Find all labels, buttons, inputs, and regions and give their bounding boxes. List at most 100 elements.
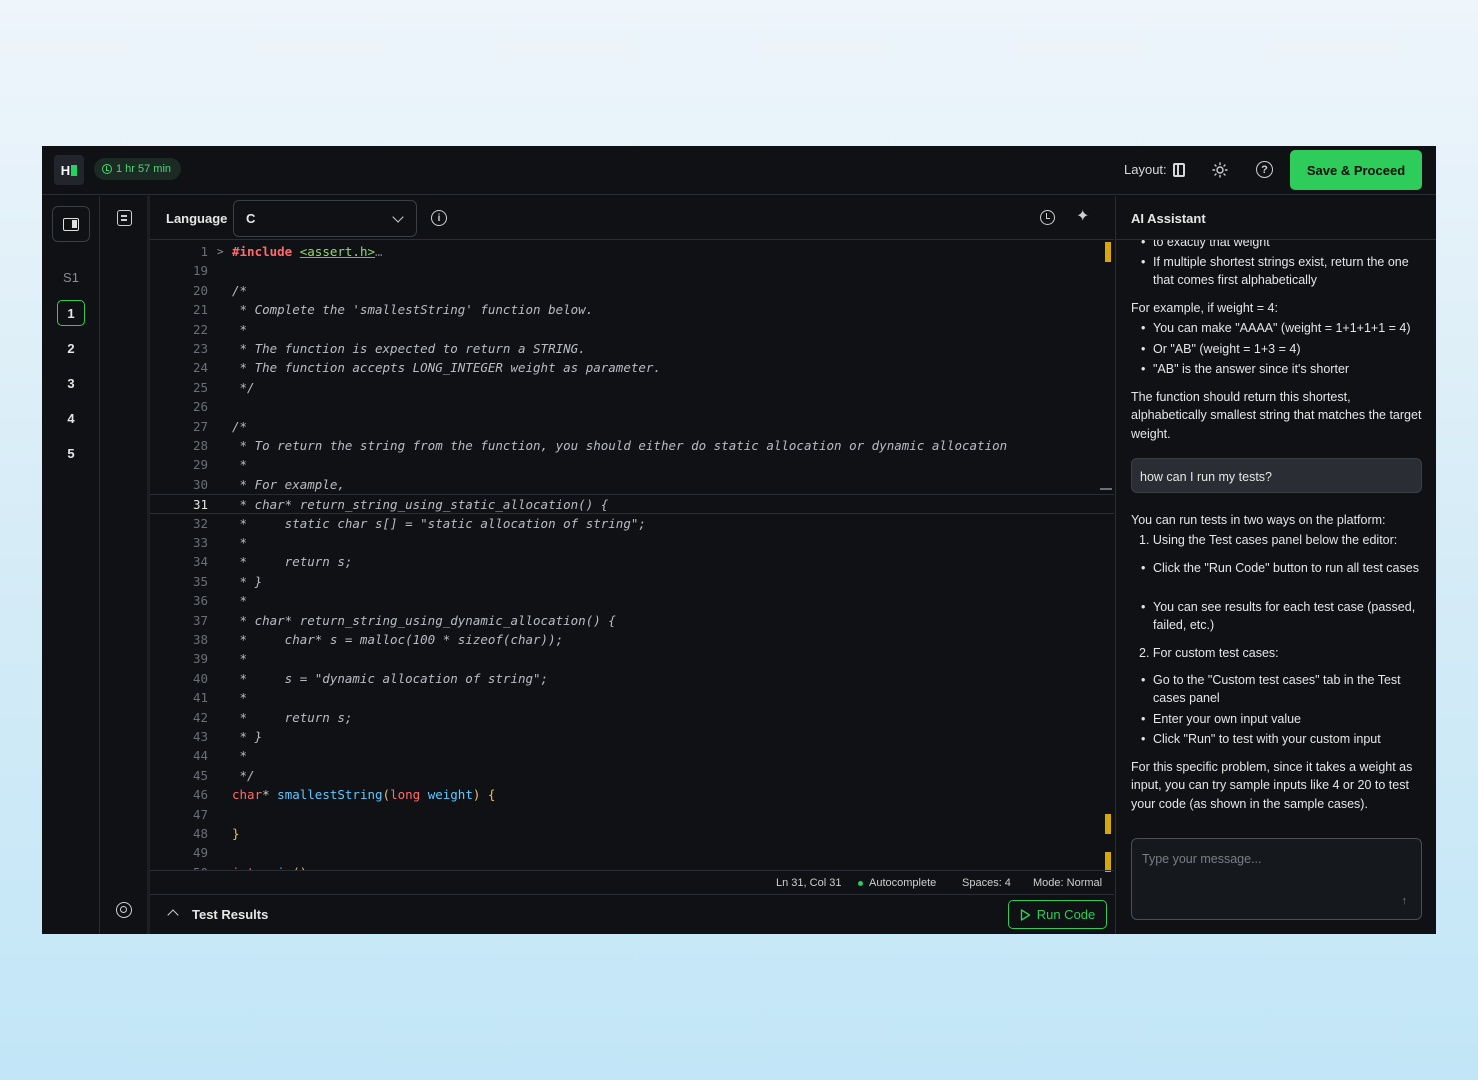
code-line[interactable]: 50 > int main()… <box>150 863 1114 870</box>
save-proceed-button[interactable]: Save & Proceed <box>1290 150 1422 190</box>
question-item-2[interactable]: 2 <box>57 335 85 361</box>
ai-header: AI Assistant <box>1116 196 1436 240</box>
code-line[interactable]: 36 * <box>150 591 1114 610</box>
line-number: 46 <box>192 787 208 803</box>
code-line[interactable]: 1 > #include <assert.h>… <box>150 242 1114 261</box>
chat-bullet: You can make "AAAA" (weight = 1+1+1+1 = … <box>1141 319 1423 338</box>
code-line[interactable]: 26 <box>150 397 1114 416</box>
layout-icon <box>1172 162 1185 177</box>
editor-mode[interactable]: Mode: Normal <box>1033 877 1102 889</box>
question-rail: S1 1 2 3 4 5 <box>42 196 100 934</box>
line-number: 44 <box>192 748 208 764</box>
line-number: 38 <box>192 632 208 647</box>
code-text: * For example, <box>232 476 345 492</box>
question-item-4[interactable]: 4 <box>57 405 85 431</box>
code-text: * char* s = malloc(100 * sizeof(char)); <box>232 632 564 647</box>
chat-step: 2. For custom test cases: <box>1139 646 1279 660</box>
editor-toolbar: Language C i ✦ <box>150 196 1114 240</box>
code-line[interactable]: 25 */ <box>150 378 1114 397</box>
language-select[interactable]: C <box>233 200 417 237</box>
collapse-panel-button[interactable] <box>52 206 90 242</box>
code-line[interactable]: 40 * s = "dynamic allocation of string"; <box>150 669 1114 688</box>
code-text: * char* return_string_using_dynamic_allo… <box>232 612 616 628</box>
problem-statement-icon[interactable] <box>117 210 132 226</box>
line-number: 27 <box>192 418 208 434</box>
code-line[interactable]: 47 <box>150 805 1114 824</box>
code-line[interactable]: 29 * <box>150 455 1114 474</box>
code-text: * s = "dynamic allocation of string"; <box>232 670 549 686</box>
code-line[interactable]: 49 <box>150 843 1114 862</box>
code-line[interactable]: 37 * char* return_string_using_dynamic_a… <box>150 611 1114 630</box>
line-number: 22 <box>192 321 208 337</box>
chat-bullet: "AB" is the answer since it's shorter <box>1141 360 1423 379</box>
layout-toggle[interactable]: Layout: <box>1124 162 1185 177</box>
code-line[interactable]: 44 * <box>150 746 1114 765</box>
info-icon[interactable]: i <box>431 210 447 226</box>
code-text: * static char s[] = "static allocation o… <box>232 515 646 531</box>
code-line[interactable]: 22 * <box>150 320 1114 339</box>
code-line[interactable]: 43 * } <box>150 727 1114 746</box>
code-text: int main()… <box>232 863 315 870</box>
theme-toggle-sun-icon[interactable] <box>1212 162 1228 178</box>
history-icon[interactable] <box>1040 210 1055 225</box>
code-line[interactable]: 41 * <box>150 688 1114 707</box>
sparkle-icon[interactable]: ✦ <box>1076 207 1089 227</box>
code-line[interactable]: 24 * The function accepts LONG_INTEGER w… <box>150 358 1114 377</box>
code-line[interactable]: 27 /* <box>150 417 1114 436</box>
logo-letter: H <box>60 162 71 178</box>
code-text: * Complete the 'smallestString' function… <box>232 302 594 318</box>
run-code-label: Run Code <box>1036 907 1096 922</box>
code-line[interactable]: 33 * <box>150 533 1114 552</box>
chevron-up-icon[interactable] <box>167 909 179 921</box>
line-number: 33 <box>192 535 208 550</box>
code-line[interactable]: 30 * For example, <box>150 475 1114 494</box>
code-text: * return s; <box>232 554 353 570</box>
code-area[interactable]: 1 > #include <assert.h>… 19 20 /* 21 * Complet… <box>150 240 1114 870</box>
code-line[interactable]: 32 * static char s[] = "static allocatio… <box>150 514 1114 533</box>
code-line[interactable]: 48} <box>150 824 1114 843</box>
question-item-5[interactable]: 5 <box>57 440 85 466</box>
line-number: 19 <box>192 263 208 279</box>
code-line[interactable]: 21 * Complete the 'smallestString' funct… <box>150 300 1114 319</box>
code-line[interactable]: 45 */ <box>150 766 1114 785</box>
clock-icon <box>102 164 112 174</box>
question-item-3[interactable]: 3 <box>57 370 85 396</box>
run-code-button[interactable]: Run Code <box>1008 900 1107 929</box>
scrollbar-thumb[interactable] <box>1100 488 1112 490</box>
spaces-setting[interactable]: Spaces: 4 <box>962 877 1011 889</box>
fold-chevron-icon[interactable]: > <box>217 242 224 261</box>
user-message: how can I run my tests? <box>1131 458 1422 493</box>
autocomplete-label: Autocomplete <box>869 877 937 889</box>
autocomplete-status[interactable]: Autocomplete <box>858 877 936 889</box>
line-number: 32 <box>192 515 208 531</box>
fold-chevron-icon[interactable]: > <box>217 863 224 870</box>
code-line[interactable]: 39 * <box>150 649 1114 668</box>
app-logo[interactable]: H <box>54 155 84 185</box>
line-number: 41 <box>192 690 208 706</box>
help-icon[interactable]: ? <box>1256 161 1273 178</box>
code-line[interactable]: 42 * return s; <box>150 708 1114 727</box>
code-line[interactable]: 28 * To return the string from the funct… <box>150 436 1114 455</box>
code-line[interactable]: 31 * char* return_string_using_static_al… <box>150 494 1114 514</box>
chat-bullet: Go to the "Custom test cases" tab in the… <box>1141 671 1423 708</box>
settings-gear-icon[interactable] <box>116 902 132 918</box>
line-number: 26 <box>192 399 208 415</box>
code-text: * <box>232 690 248 706</box>
code-line[interactable]: 35 * } <box>150 572 1114 591</box>
chat-bullet: Or "AB" (weight = 1+3 = 4) <box>1141 340 1423 359</box>
code-text: } <box>232 826 240 841</box>
layout-label: Layout: <box>1124 162 1167 177</box>
code-line[interactable]: 23 * The function is expected to return … <box>150 339 1114 358</box>
question-item-1[interactable]: 1 <box>57 300 85 326</box>
code-line[interactable]: 38 * char* s = malloc(100 * sizeof(char)… <box>150 630 1114 649</box>
code-line[interactable]: 34 * return s; <box>150 552 1114 571</box>
code-line[interactable]: 19 <box>150 261 1114 280</box>
code-line[interactable]: 20 /* <box>150 281 1114 300</box>
send-arrow-icon[interactable]: ↑ <box>1402 895 1408 907</box>
code-line[interactable]: 46 char* smallestString(long weight) { <box>150 785 1114 804</box>
code-text: * <box>232 593 248 609</box>
logo-mark-icon <box>71 164 78 176</box>
message-input[interactable] <box>1142 849 1402 869</box>
line-number: 25 <box>192 379 208 395</box>
test-results-toggle[interactable]: Test Results <box>192 907 268 922</box>
